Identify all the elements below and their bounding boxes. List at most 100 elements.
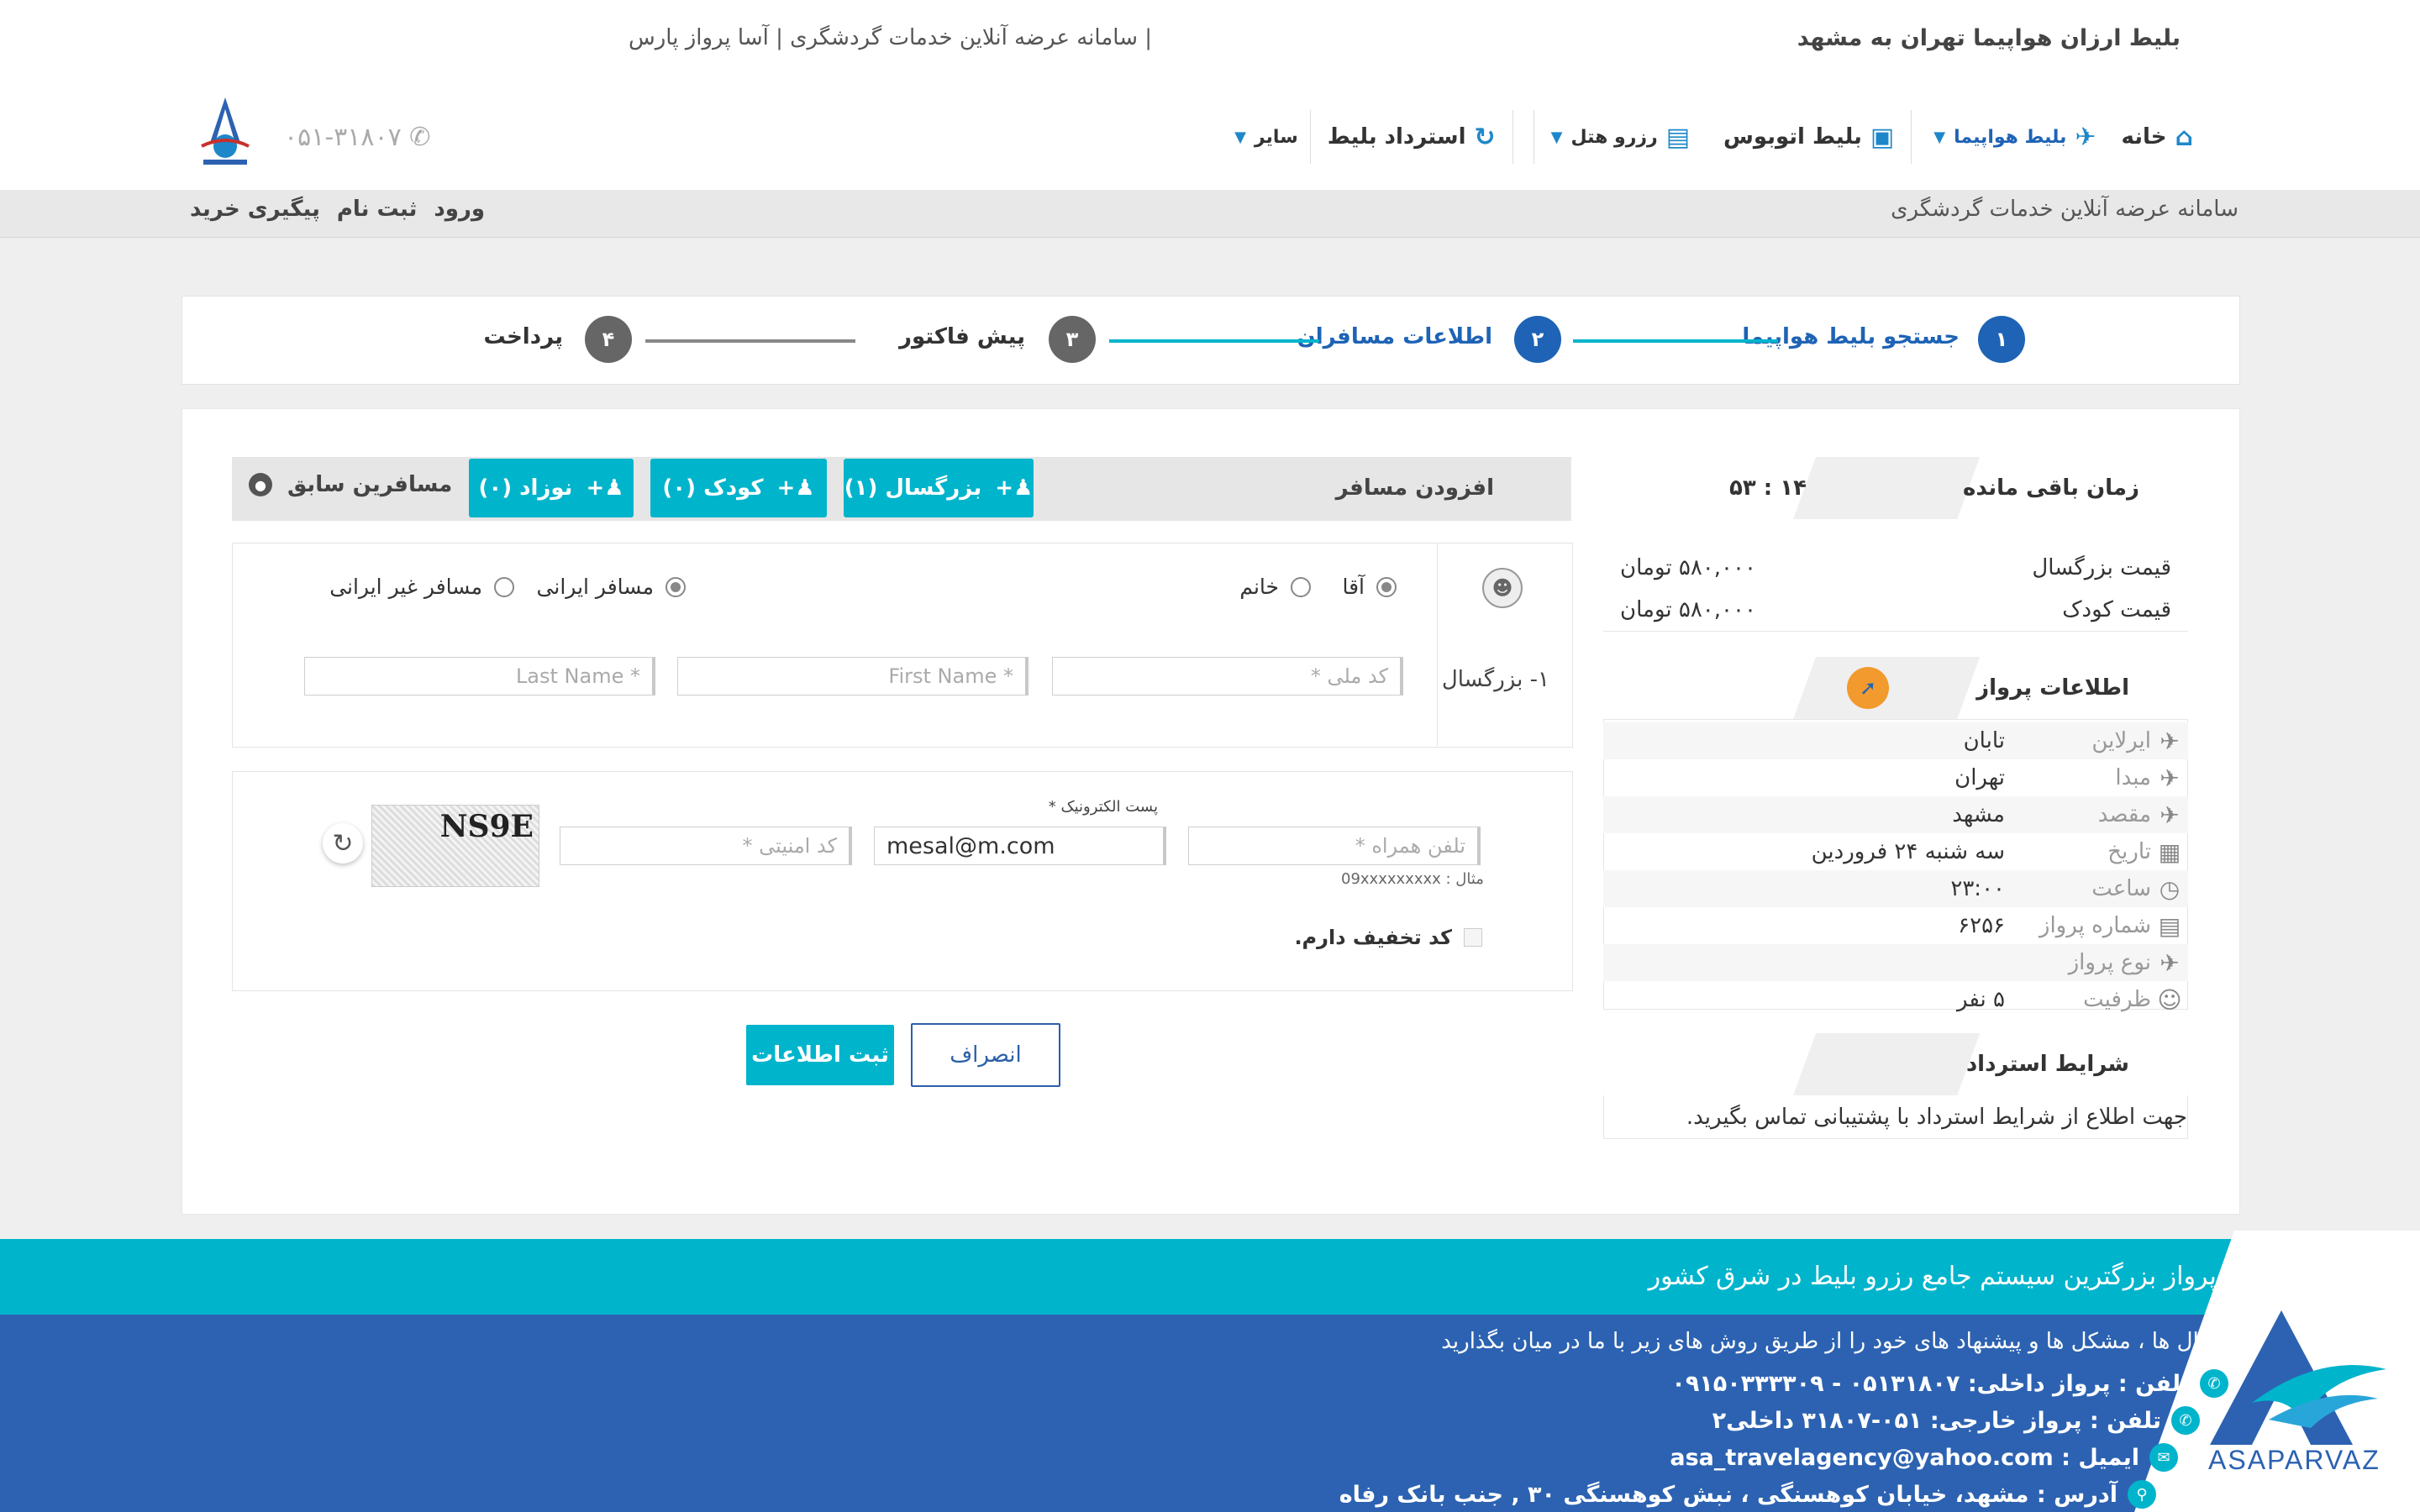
nav-bus[interactable]: ▣ بلیط اتوبوس (1707, 123, 1911, 152)
add-user-icon: ♟+ (995, 475, 1034, 501)
airline-logo-icon: ➚ (1847, 667, 1889, 709)
flight-info-row: ✈ نوع پرواز (1603, 944, 2188, 981)
national-code-input[interactable]: کد ملی * (1052, 657, 1403, 696)
mobile-hint: مثال : 09xxxxxxxxx (1341, 870, 1484, 888)
add-child-button[interactable]: ♟+ کودک (۰) (650, 459, 827, 517)
step-2-label: اطلاعات مسافران (1297, 324, 1492, 349)
register-link[interactable]: ثبت نام (337, 197, 418, 222)
add-user-icon: ♟+ (776, 475, 815, 501)
flight-info-row: ☺ ظرفیت ۵ نفر (1603, 981, 2188, 1018)
step-2-circle: ۲ (1514, 316, 1561, 363)
step-3-circle: ۳ (1049, 316, 1096, 363)
price-child: قیمت کودک ۵۸۰,۰۰۰ تومان (1603, 588, 2188, 632)
nav-other[interactable]: سایر ▼ (1223, 127, 1310, 148)
footer-address: ⚲ آدرس : مشهد، خیابان کوهسنگی ، نبش کوهس… (1339, 1480, 2156, 1509)
gender-female[interactable]: خانم (1239, 575, 1311, 599)
security-code-input[interactable]: کد امنیتی * (560, 827, 852, 865)
main-nav: ⌂ خانه ✈ بلیط هواپیما ▼ ▣ بلیط اتوبوس ▤ … (1223, 110, 2193, 164)
nav-flight[interactable]: ✈ بلیط هواپیما ▼ (1912, 123, 2096, 152)
step-1-label: جستجو بلیط هواپیما (1742, 324, 1960, 349)
add-user-icon: ♟+ (586, 475, 624, 501)
header-phone[interactable]: ۰۵۱-۳۱۸۰۷ ✆ (284, 123, 430, 152)
discount-checkbox[interactable] (1464, 928, 1482, 947)
avatar: ☻ (1482, 568, 1523, 608)
login-link[interactable]: ورود (434, 197, 485, 222)
nav-home[interactable]: ⌂ خانه (2096, 123, 2193, 152)
flight-info-label: نوع پرواز (2068, 950, 2151, 975)
footer-email[interactable]: ✉ ایمیل : asa_travelagency@yahoo.com (1670, 1443, 2178, 1472)
discount-checkbox-row[interactable]: کد تخفیف دارم. (1294, 926, 1482, 949)
radio-foreign[interactable] (494, 576, 514, 597)
flight-info-label: شماره پرواز (2039, 913, 2151, 938)
previous-passengers-button[interactable]: مسافرین سابق ● (249, 472, 452, 497)
track-link[interactable]: پیگیری خرید (190, 197, 320, 222)
flight-info-row: ✈ ایرلاین تابان (1603, 722, 2188, 759)
asaparvaz-logo[interactable]: ASAPARVAZ (2202, 1302, 2395, 1487)
mail-icon: ✉ (2149, 1443, 2178, 1472)
bus-icon: ▣ (1870, 122, 1895, 152)
page-title: بلیط ارزان هواپیما تهران به مشهد (1797, 25, 2181, 51)
flight-info-label: ظرفیت (2083, 987, 2151, 1012)
passenger-row-label: ۱- بزرگسال (1441, 667, 1549, 692)
flight-info-value: ۶۲۵۶ (1958, 913, 2005, 938)
timer-panel: زمان باقی مانده ۱۴ : ۵۳ (1603, 457, 2188, 519)
step-3-label: پیش فاکتور (899, 324, 1025, 349)
flight-info-value: تهران (1954, 765, 2005, 790)
refresh-icon: ↻ (1474, 122, 1496, 152)
people-icon: ☺ (2157, 985, 2182, 1014)
refund-panel: شرایط استرداد (1603, 1033, 2188, 1095)
takeoff-icon: ✈ (2160, 764, 2180, 792)
nav-hotel[interactable]: ▤ رزرو هتل ▼ (1534, 123, 1707, 152)
add-infant-button[interactable]: ♟+ نوزاد (۰) (469, 459, 634, 517)
radio-male[interactable] (1376, 576, 1397, 597)
account-links: ورود ثبت نام پیگیری خرید (190, 197, 485, 222)
footer-phone-foreign[interactable]: ✆ تلفن : پرواز خارجی: ۰۵۱-۳۱۸۰۷ داخلی۲ (1712, 1406, 2200, 1435)
mobile-input[interactable]: تلفن همراه * (1188, 827, 1481, 865)
refund-text: جهت اطلاع از شرایط استرداد با پشتیبانی ت… (1603, 1095, 2188, 1139)
flight-info-label: ساعت (2091, 876, 2151, 901)
radio-iranian[interactable] (666, 576, 686, 597)
flight-info-value: ۵ نفر (1957, 987, 2005, 1012)
nav-refund[interactable]: ↻ استرداد بلیط (1311, 123, 1512, 152)
plane-icon: ✈ (2160, 727, 2180, 755)
flight-info-value: مشهد (1952, 802, 2005, 827)
last-name-input[interactable]: Last Name * (304, 657, 655, 696)
flight-info-panel: اطلاعات پرواز ➚ (1603, 657, 2188, 719)
first-name-input[interactable]: First Name * (677, 657, 1028, 696)
submit-button[interactable]: ثبت اطلاعات (746, 1025, 894, 1085)
flight-info-row: ▤ شماره پرواز ۶۲۵۶ (1603, 907, 2188, 944)
footer-intro: سوال ها ، مشکل ها و پیشنهاد های خود را ا… (1441, 1329, 2228, 1354)
flight-info-row: ✈ مقصد مشهد (1603, 796, 2188, 833)
footer-phone-domestic[interactable]: ✆ تلفن : پرواز داخلی: ۰۵۱۳۱۸۰۷ - ۰۹۱۵۰۳۳… (1671, 1369, 2228, 1398)
phone-icon: ✆ (409, 123, 431, 152)
nationality-foreign[interactable]: مسافر غیر ایرانی (329, 575, 514, 599)
flight-info-label: مقصد (2097, 802, 2151, 827)
bed-icon: ▤ (1665, 122, 1691, 152)
logo[interactable] (198, 94, 252, 171)
flight-info-label: تاریخ (2107, 839, 2151, 864)
flight-info-row: ▦ تاریخ سه شنبه ۲۴ فروردین (1603, 833, 2188, 870)
flight-info-label: ایرلاین (2091, 728, 2151, 753)
email-input[interactable]: mesal@m.com (874, 827, 1166, 865)
add-adult-button[interactable]: ♟+ بزرگسال (۱) (844, 459, 1034, 517)
nationality-iranian[interactable]: مسافر ایرانی (537, 575, 686, 599)
timer-label: زمان باقی مانده (1963, 475, 2139, 501)
flight-info-value: سه شنبه ۲۴ فروردین (1811, 839, 2005, 864)
cancel-button[interactable]: انصراف (911, 1023, 1060, 1087)
plane-icon: ✈ (2160, 948, 2180, 977)
captcha-image: NS9E (371, 805, 539, 887)
radio-female[interactable] (1291, 576, 1311, 597)
id-card-icon: ▤ (2158, 911, 2181, 940)
refresh-captcha-icon[interactable]: ↻ (323, 823, 363, 864)
flight-info-title: اطلاعات پرواز (1976, 675, 2129, 701)
add-passenger-label: افزودن مسافر (1335, 475, 1494, 501)
gender-male[interactable]: آقا (1342, 575, 1397, 599)
flight-info-value: ۲۳:۰۰ (1950, 876, 2005, 901)
chevron-down-icon: ▼ (1234, 128, 1246, 146)
flight-info-row: ✈ مبدا تهران (1603, 759, 2188, 796)
slogan: سامانه عرضه آنلاین خدمات گردشگری (1891, 197, 2238, 222)
chevron-down-icon: ▼ (1933, 128, 1946, 146)
flight-info-label: مبدا (2115, 765, 2151, 790)
location-pin-icon: ⚲ (2128, 1480, 2156, 1509)
footer-brand: ASAPARVAZ (2208, 1445, 2381, 1475)
